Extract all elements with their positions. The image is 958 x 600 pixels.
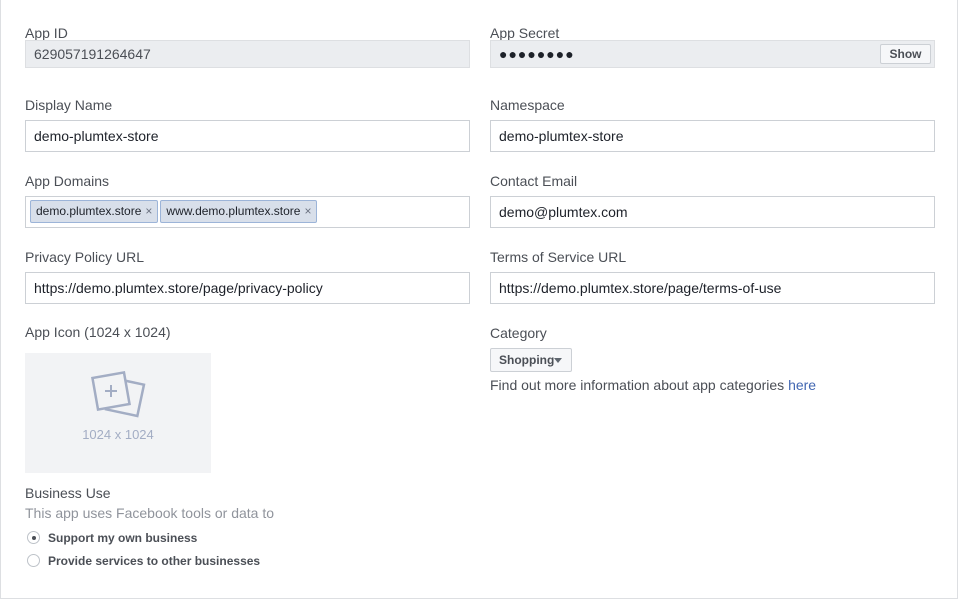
category-dropdown[interactable]: Shopping [490,348,572,372]
show-secret-button[interactable]: Show [880,44,931,64]
app-secret-masked-value: ●●●●●●●● [499,46,575,62]
display-name-label: Display Name [25,97,113,113]
namespace-field: Namespace demo-plumtex-store [490,97,935,153]
business-use-field: Business Use This app uses Facebook tool… [25,485,470,575]
category-info-link[interactable]: here [788,377,816,393]
radio-option-other-businesses[interactable]: Provide services to other businesses [27,552,260,568]
category-selected: Shopping [499,353,555,367]
radio-button[interactable] [27,554,40,568]
category-info: Find out more information about app cate… [490,377,816,393]
terms-of-service-input[interactable]: https://demo.plumtex.store/page/terms-of… [490,272,935,304]
display-name-input[interactable]: demo-plumtex-store [25,120,470,152]
app-id-field: App ID 629057191264647 [25,25,470,75]
app-domains-field: App Domains demo.plumtex.store × www.demo.… [25,173,470,229]
remove-tag-icon[interactable]: × [145,204,152,218]
domain-tag-label: demo.plumtex.store [36,204,142,218]
business-use-description: This app uses Facebook tools or data to [25,505,275,521]
app-id-value: 629057191264647 [25,40,470,68]
app-icon-field: App Icon (1024 x 1024) 1024 x 1024 [25,324,225,474]
category-info-text: Find out more information about app cate… [490,377,789,393]
remove-tag-icon[interactable]: × [304,204,311,218]
image-add-icon [91,371,146,418]
terms-of-service-label: Terms of Service URL [490,249,627,265]
namespace-input[interactable]: demo-plumtex-store [490,120,935,152]
domain-tag: www.demo.plumtex.store × [160,200,318,223]
privacy-policy-input[interactable]: https://demo.plumtex.store/page/privacy-… [25,272,470,304]
radio-button-checked[interactable] [27,531,40,545]
settings-panel: App ID 629057191264647 App Secret ●●●●●●… [0,0,958,599]
caret-down-icon [554,358,562,363]
privacy-policy-field: Privacy Policy URL https://demo.plumtex.… [25,249,470,305]
business-use-label: Business Use [25,485,111,501]
app-secret-input[interactable]: ●●●●●●●● Show [490,40,935,68]
app-domains-input[interactable]: demo.plumtex.store × www.demo.plumtex.stor… [25,196,470,228]
radio-option-own-business[interactable]: Support my own business [27,529,197,545]
app-id-label: App ID [25,25,68,41]
app-domains-label: App Domains [25,173,110,189]
radio-option-label: Provide services to other businesses [48,553,261,568]
app-secret-label: App Secret [490,25,560,41]
domain-tag: demo.plumtex.store × [30,200,159,223]
app-icon-label: App Icon (1024 x 1024) [25,324,171,340]
contact-email-field: Contact Email demo@plumtex.com [490,173,935,229]
privacy-policy-label: Privacy Policy URL [25,249,145,265]
app-icon-upload[interactable]: 1024 x 1024 [25,353,211,473]
radio-option-label: Support my own business [48,530,198,545]
terms-of-service-field: Terms of Service URL https://demo.plumte… [490,249,935,305]
category-label: Category [490,325,547,341]
app-icon-size-caption: 1024 x 1024 [82,427,154,442]
contact-email-input[interactable]: demo@plumtex.com [490,196,935,228]
category-field: Category Shopping Find out more informat… [490,325,935,405]
namespace-label: Namespace [490,97,565,113]
app-secret-field: App Secret ●●●●●●●● Show [490,25,935,75]
contact-email-label: Contact Email [490,173,578,189]
domain-tag-label: www.demo.plumtex.store [166,204,301,218]
display-name-field: Display Name demo-plumtex-store [25,97,470,153]
